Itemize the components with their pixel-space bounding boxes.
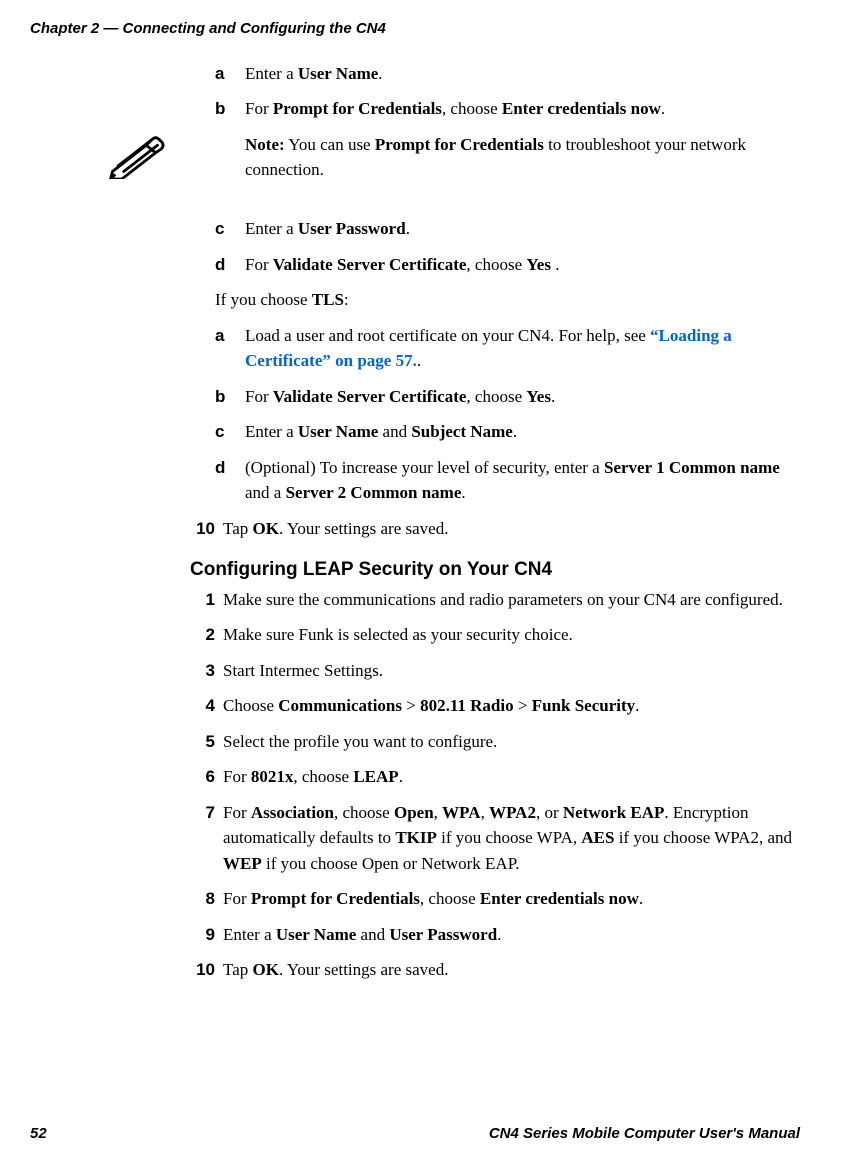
sub-item: c Enter a User Name and Subject Name.	[215, 419, 800, 445]
num-marker: 2	[190, 622, 215, 648]
num-text: Make sure the communications and radio p…	[223, 587, 800, 613]
sub-marker: b	[215, 384, 245, 410]
list-item: 5 Select the profile you want to configur…	[190, 729, 800, 755]
num-marker: 6	[190, 764, 215, 790]
num-marker: 3	[190, 658, 215, 684]
num-marker: 10	[190, 516, 215, 542]
num-text: Start Intermec Settings.	[223, 658, 800, 684]
sub-marker: a	[215, 61, 245, 87]
chapter-header: Chapter 2 — Connecting and Configuring t…	[30, 18, 800, 41]
sub-item: b For Validate Server Certificate, choos…	[215, 384, 800, 410]
page-footer: 52 CN4 Series Mobile Computer User's Man…	[30, 1123, 800, 1146]
num-text: For Association, choose Open, WPA, WPA2,…	[223, 800, 800, 877]
list-item: 10 Tap OK. Your settings are saved.	[190, 516, 800, 542]
list-item: 3 Start Intermec Settings.	[190, 658, 800, 684]
num-text: Choose Communications > 802.11 Radio > F…	[223, 693, 800, 719]
sub-marker: b	[215, 96, 245, 122]
list-item: 2 Make sure Funk is selected as your secu…	[190, 622, 800, 648]
note-block: Note: You can use Prompt for Credentials…	[105, 132, 800, 187]
sub-item: d For Validate Server Certificate, choos…	[215, 252, 800, 278]
leap-steps: 1 Make sure the communications and radio …	[190, 587, 800, 983]
num-text: Make sure Funk is selected as your secur…	[223, 622, 800, 648]
num-text: Select the profile you want to configure…	[223, 729, 800, 755]
pencil-icon	[105, 134, 165, 187]
num-marker: 4	[190, 693, 215, 719]
sub-item: a Enter a User Name.	[215, 61, 800, 87]
list-item: 7For Association, choose Open, WPA, WPA2…	[190, 800, 800, 877]
page-number: 52	[30, 1123, 47, 1146]
footer-title: CN4 Series Mobile Computer User's Manual	[489, 1123, 800, 1146]
sub-text: Enter a User Password.	[245, 216, 800, 242]
num-text: Tap OK. Your settings are saved.	[223, 957, 800, 983]
sub-text: For Validate Server Certificate, choose …	[245, 384, 800, 410]
sub-marker: a	[215, 323, 245, 374]
sub-text: Load a user and root certificate on your…	[245, 323, 800, 374]
list-item: 1 Make sure the communications and radio …	[190, 587, 800, 613]
num-text: Enter a User Name and User Password.	[223, 922, 800, 948]
sub-marker: c	[215, 419, 245, 445]
step-10-wrap: 10 Tap OK. Your settings are saved.	[190, 516, 800, 542]
sub-text: For Prompt for Credentials, choose Enter…	[245, 96, 800, 122]
num-marker: 10	[190, 957, 215, 983]
sub-item: c Enter a User Password.	[215, 216, 800, 242]
sub-list-mid: c Enter a User Password. d For Validate …	[215, 216, 800, 277]
list-item: 6 For 8021x, choose LEAP.	[190, 764, 800, 790]
sub-text: For Validate Server Certificate, choose …	[245, 252, 800, 278]
num-marker: 1	[190, 587, 215, 613]
num-marker: 5	[190, 729, 215, 755]
num-text: For Prompt for Credentials, choose Enter…	[223, 886, 800, 912]
num-marker: 7	[190, 800, 215, 877]
num-marker: 9	[190, 922, 215, 948]
sub-text: Enter a User Name.	[245, 61, 800, 87]
sub-marker: c	[215, 216, 245, 242]
num-marker: 8	[190, 886, 215, 912]
leap-heading: Configuring LEAP Security on Your CN4	[190, 556, 800, 585]
sub-text: (Optional) To increase your level of sec…	[245, 455, 800, 506]
note-text: Note: You can use Prompt for Credentials…	[215, 132, 800, 183]
list-item: 10 Tap OK. Your settings are saved.	[190, 957, 800, 983]
tls-intro: If you choose TLS:	[215, 287, 800, 313]
num-text: For 8021x, choose LEAP.	[223, 764, 800, 790]
sub-marker: d	[215, 455, 245, 506]
num-text: Tap OK. Your settings are saved.	[223, 516, 800, 542]
sub-item: d (Optional) To increase your level of s…	[215, 455, 800, 506]
sub-list-top: a Enter a User Name. b For Prompt for Cr…	[215, 61, 800, 122]
list-item: 4 Choose Communications > 802.11 Radio > …	[190, 693, 800, 719]
sub-text: Enter a User Name and Subject Name.	[245, 419, 800, 445]
list-item: 9 Enter a User Name and User Password.	[190, 922, 800, 948]
sub-list-tls: a Load a user and root certificate on yo…	[215, 323, 800, 506]
list-item: 8 For Prompt for Credentials, choose Ente…	[190, 886, 800, 912]
sub-item: a Load a user and root certificate on yo…	[215, 323, 800, 374]
sub-marker: d	[215, 252, 245, 278]
sub-item: b For Prompt for Credentials, choose Ent…	[215, 96, 800, 122]
